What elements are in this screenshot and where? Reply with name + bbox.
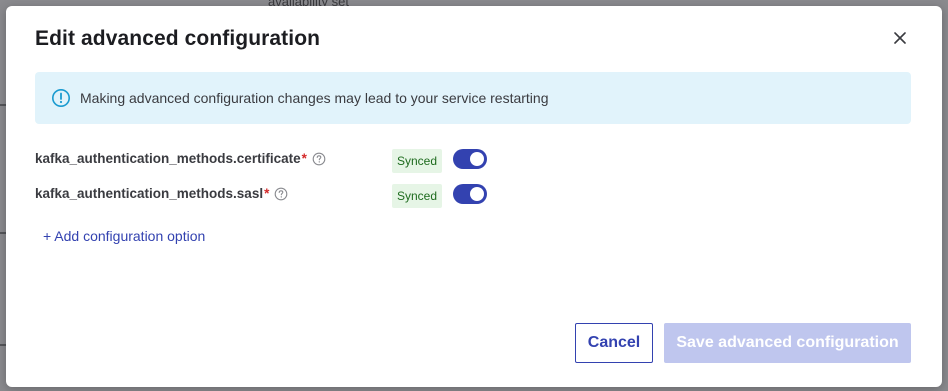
required-marker: * [264,186,270,201]
toggle-knob [470,187,484,201]
config-option-row: kafka_authentication_methods.sasl * Synce… [35,182,515,208]
edit-advanced-config-dialog: Edit advanced configuration Making advan… [6,6,942,387]
info-alert: Making advanced configuration changes ma… [35,72,911,124]
close-button[interactable] [890,28,910,48]
option-toggle[interactable] [453,184,487,204]
synced-badge: Synced [392,149,443,173]
add-configuration-option-link[interactable]: + Add configuration option [43,228,205,244]
config-option-row: kafka_authentication_methods.certificate… [35,147,515,173]
close-icon[interactable] [894,32,906,44]
save-advanced-configuration-button[interactable]: Save advanced configuration [664,323,911,363]
help-icon[interactable] [312,152,326,166]
option-toggle[interactable] [453,149,487,169]
alert-message: Making advanced configuration changes ma… [80,90,549,106]
required-marker: * [301,151,307,166]
option-name: kafka_authentication_methods.sasl [35,186,264,201]
info-icon [51,88,71,108]
cancel-button[interactable]: Cancel [575,323,653,363]
option-name: kafka_authentication_methods.certificate [35,151,301,166]
dialog-title: Edit advanced configuration [35,27,321,50]
help-icon[interactable] [274,187,288,201]
synced-badge: Synced [392,184,443,208]
toggle-knob [470,152,484,166]
